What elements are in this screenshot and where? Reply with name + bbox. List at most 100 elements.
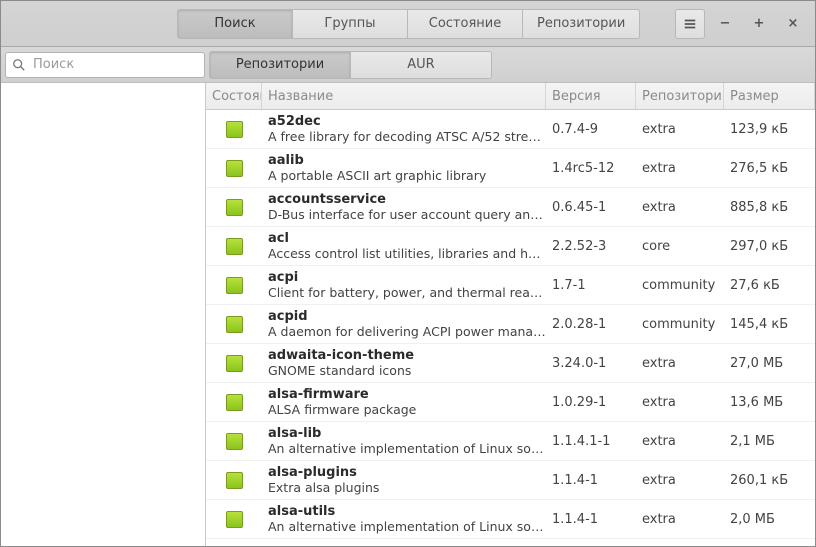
status-cell[interactable] xyxy=(206,188,262,226)
version-cell: 7.1.2.r6-1 xyxy=(546,539,636,546)
size-cell: 13,6 МБ xyxy=(724,383,815,421)
search-input[interactable] xyxy=(31,56,198,73)
package-name: acl xyxy=(268,231,289,247)
package-description: A portable ASCII art graphic library xyxy=(268,168,486,183)
status-installed-icon xyxy=(226,121,243,138)
version-cell: 0.7.4-9 xyxy=(546,110,636,148)
minimize-button[interactable]: − xyxy=(711,10,739,38)
status-cell[interactable] xyxy=(206,149,262,187)
table-row[interactable]: alsa-utilsAn alternative implementation … xyxy=(206,500,815,539)
version-cell: 1.1.4.1-1 xyxy=(546,422,636,460)
close-button[interactable]: × xyxy=(779,10,807,38)
repo-cell: extra xyxy=(636,422,724,460)
status-installed-icon xyxy=(226,316,243,333)
status-cell[interactable] xyxy=(206,500,262,538)
name-cell: alsa-utilsAn alternative implementation … xyxy=(262,500,546,538)
main-tab-0[interactable]: Поиск xyxy=(177,9,293,39)
hamburger-icon xyxy=(683,17,697,31)
col-header-size[interactable]: Размер xyxy=(724,83,815,109)
size-cell: 276,5 кБ xyxy=(724,149,815,187)
maximize-button[interactable]: + xyxy=(745,10,773,38)
size-cell: 260,1 кБ xyxy=(724,461,815,499)
hamburger-menu-button[interactable] xyxy=(675,9,705,39)
package-name: a52dec xyxy=(268,114,321,130)
package-name: aalib xyxy=(268,153,304,169)
version-cell: 1.0.29-1 xyxy=(546,383,636,421)
table-row[interactable]: acpidA daemon for delivering ACPI power … xyxy=(206,305,815,344)
content-area: Состояние Название Версия Репозиторий Ра… xyxy=(1,83,815,546)
size-cell: 885,8 кБ xyxy=(724,188,815,226)
name-cell: a52decA free library for decoding ATSC A… xyxy=(262,110,546,148)
status-cell[interactable] xyxy=(206,344,262,382)
repo-cell: extra xyxy=(636,383,724,421)
package-name: accountsservice xyxy=(268,192,386,208)
repo-cell: community xyxy=(636,266,724,304)
package-description: Client for battery, power, and thermal r… xyxy=(268,285,546,300)
table-row[interactable]: accountsserviceD-Bus interface for user … xyxy=(206,188,815,227)
status-cell[interactable] xyxy=(206,305,262,343)
name-cell: alsa-firmwareALSA firmware package xyxy=(262,383,546,421)
package-name: acpid xyxy=(268,309,308,325)
status-cell[interactable] xyxy=(206,110,262,148)
col-header-status[interactable]: Состояние xyxy=(206,83,262,109)
status-cell[interactable] xyxy=(206,422,262,460)
name-cell: aclAccess control list utilities, librar… xyxy=(262,227,546,265)
version-cell: 1.7-1 xyxy=(546,266,636,304)
search-icon xyxy=(12,58,26,72)
col-header-name[interactable]: Название xyxy=(262,83,546,109)
source-tab-0[interactable]: Репозитории xyxy=(209,51,351,79)
size-cell: 145,4 кБ xyxy=(724,305,815,343)
name-cell: android-tools xyxy=(262,539,546,546)
size-cell: 2,1 МБ xyxy=(724,422,815,460)
size-cell: 2,0 МБ xyxy=(724,500,815,538)
table-row[interactable]: aalibA portable ASCII art graphic librar… xyxy=(206,149,815,188)
status-installed-icon xyxy=(226,277,243,294)
main-tab-2[interactable]: Состояние xyxy=(408,9,523,39)
table-row[interactable]: alsa-libAn alternative implementation of… xyxy=(206,422,815,461)
table-row[interactable]: a52decA free library for decoding ATSC A… xyxy=(206,110,815,149)
name-cell: acpiClient for battery, power, and therm… xyxy=(262,266,546,304)
package-description: D-Bus interface for user account query a… xyxy=(268,207,546,222)
status-installed-icon xyxy=(226,472,243,489)
repo-cell: extra xyxy=(636,110,724,148)
package-description: A free library for decoding ATSC A/52 st… xyxy=(268,129,546,144)
table-row[interactable]: alsa-firmwareALSA firmware package1.0.29… xyxy=(206,383,815,422)
status-installed-icon xyxy=(226,511,243,528)
main-tabs: ПоискГруппыСостояниеРепозитории xyxy=(177,9,640,39)
table-row[interactable]: alsa-pluginsExtra alsa plugins1.1.4-1ext… xyxy=(206,461,815,500)
status-cell[interactable] xyxy=(206,539,262,546)
size-cell: 625,7 кБ xyxy=(724,539,815,546)
version-cell: 1.4rc5-12 xyxy=(546,149,636,187)
size-cell: 123,9 кБ xyxy=(724,110,815,148)
package-table: Состояние Название Версия Репозиторий Ра… xyxy=(206,83,815,546)
source-tabs: РепозиторииAUR xyxy=(209,51,492,79)
table-row[interactable]: aclAccess control list utilities, librar… xyxy=(206,227,815,266)
table-row[interactable]: android-tools7.1.2.r6-1community625,7 кБ xyxy=(206,539,815,546)
package-description: GNOME standard icons xyxy=(268,363,411,378)
source-tab-1[interactable]: AUR xyxy=(351,51,492,79)
search-field[interactable] xyxy=(5,52,205,78)
table-body[interactable]: a52decA free library for decoding ATSC A… xyxy=(206,110,815,546)
package-description: An alternative implementation of Linux s… xyxy=(268,441,546,456)
sidebar[interactable] xyxy=(1,83,206,546)
col-header-repo[interactable]: Репозиторий xyxy=(636,83,724,109)
name-cell: aalibA portable ASCII art graphic librar… xyxy=(262,149,546,187)
repo-cell: extra xyxy=(636,500,724,538)
repo-cell: extra xyxy=(636,188,724,226)
repo-cell: core xyxy=(636,227,724,265)
status-cell[interactable] xyxy=(206,266,262,304)
main-tab-1[interactable]: Группы xyxy=(293,9,408,39)
name-cell: accountsserviceD-Bus interface for user … xyxy=(262,188,546,226)
version-cell: 1.1.4-1 xyxy=(546,500,636,538)
package-name: alsa-lib xyxy=(268,426,321,442)
status-cell[interactable] xyxy=(206,227,262,265)
status-cell[interactable] xyxy=(206,461,262,499)
package-name: alsa-plugins xyxy=(268,465,357,481)
package-description: An alternative implementation of Linux s… xyxy=(268,519,546,534)
toolbar: РепозиторииAUR xyxy=(1,47,815,83)
table-row[interactable]: adwaita-icon-themeGNOME standard icons3.… xyxy=(206,344,815,383)
table-row[interactable]: acpiClient for battery, power, and therm… xyxy=(206,266,815,305)
main-tab-3[interactable]: Репозитории xyxy=(523,9,640,39)
status-cell[interactable] xyxy=(206,383,262,421)
col-header-version[interactable]: Версия xyxy=(546,83,636,109)
